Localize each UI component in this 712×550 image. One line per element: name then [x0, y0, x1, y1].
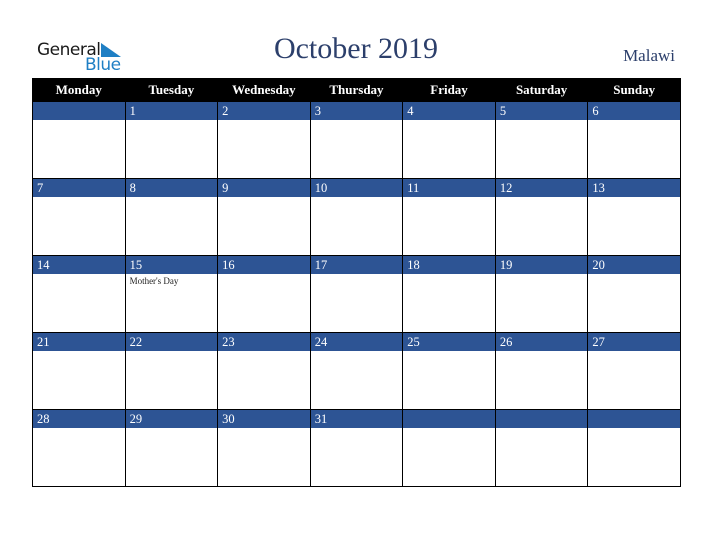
- day-cell[interactable]: 26: [494, 332, 589, 410]
- day-number: [495, 410, 588, 428]
- day-cell[interactable]: 30: [217, 409, 311, 487]
- day-number: 13: [588, 179, 680, 197]
- day-cell[interactable]: 13: [587, 178, 681, 256]
- day-number: 14: [33, 256, 125, 274]
- day-number: 19: [495, 256, 588, 274]
- day-cell[interactable]: 12: [494, 178, 589, 256]
- day-number: 12: [495, 179, 588, 197]
- day-cell[interactable]: [494, 409, 589, 487]
- day-number: 9: [218, 179, 310, 197]
- day-cell[interactable]: 9: [217, 178, 311, 256]
- calendar-title: October 2019: [273, 32, 439, 65]
- day-number: 5: [495, 102, 588, 120]
- day-cell[interactable]: 19: [494, 255, 589, 333]
- day-cell[interactable]: 20: [587, 255, 681, 333]
- country-label: Malawi: [623, 46, 675, 65]
- day-cell[interactable]: 16: [217, 255, 311, 333]
- day-number: 3: [310, 102, 403, 120]
- calendar-grid: Monday Tuesday Wednesday Thursday Friday…: [32, 78, 681, 487]
- day-cell[interactable]: 23: [217, 332, 311, 410]
- weekday-header: Thursday: [309, 78, 404, 102]
- day-cell[interactable]: 27: [587, 332, 681, 410]
- day-number: 28: [33, 410, 125, 428]
- day-number: 8: [125, 179, 218, 197]
- holiday-event: Mother's Day: [129, 276, 179, 286]
- day-number: [403, 410, 495, 428]
- day-number: 29: [125, 410, 218, 428]
- day-number: 16: [218, 256, 310, 274]
- weekday-header: Saturday: [494, 78, 589, 102]
- week-row: 14 15 Mother's Day 16 17 18 19 20: [32, 255, 681, 333]
- weekday-header: Wednesday: [217, 78, 311, 102]
- day-number: 25: [403, 333, 495, 351]
- week-row: 21 22 23 24 25 26 27: [32, 332, 681, 410]
- day-number: 31: [310, 410, 403, 428]
- day-cell[interactable]: [402, 409, 496, 487]
- day-number: 15: [125, 256, 218, 274]
- day-number: 20: [588, 256, 680, 274]
- day-number: 26: [495, 333, 588, 351]
- week-row: 7 8 9 10 11 12 13: [32, 178, 681, 256]
- day-cell[interactable]: 25: [402, 332, 496, 410]
- day-cell[interactable]: 15 Mother's Day: [124, 255, 219, 333]
- day-cell[interactable]: 7: [32, 178, 126, 256]
- day-cell[interactable]: 24: [309, 332, 404, 410]
- day-number: 1: [125, 102, 218, 120]
- day-cell[interactable]: [587, 409, 681, 487]
- day-cell[interactable]: 18: [402, 255, 496, 333]
- day-number: 30: [218, 410, 310, 428]
- day-cell[interactable]: 10: [309, 178, 404, 256]
- day-number: 21: [33, 333, 125, 351]
- day-cell[interactable]: 8: [124, 178, 219, 256]
- day-number: [588, 410, 680, 428]
- weekday-header: Sunday: [587, 78, 681, 102]
- day-number: 24: [310, 333, 403, 351]
- day-number: 7: [33, 179, 125, 197]
- day-number: 18: [403, 256, 495, 274]
- day-number: 23: [218, 333, 310, 351]
- day-cell[interactable]: 11: [402, 178, 496, 256]
- day-number: 6: [588, 102, 680, 120]
- weekday-header: Friday: [402, 78, 496, 102]
- day-number: 27: [588, 333, 680, 351]
- weekday-header: Monday: [32, 78, 126, 102]
- day-cell[interactable]: [32, 101, 126, 179]
- day-cell[interactable]: 14: [32, 255, 126, 333]
- day-number: 2: [218, 102, 310, 120]
- day-number: 4: [403, 102, 495, 120]
- weekday-header: Tuesday: [124, 78, 219, 102]
- day-number: 10: [310, 179, 403, 197]
- day-cell[interactable]: 28: [32, 409, 126, 487]
- day-cell[interactable]: 22: [124, 332, 219, 410]
- day-cell[interactable]: 4: [402, 101, 496, 179]
- day-cell[interactable]: 17: [309, 255, 404, 333]
- day-cell[interactable]: 6: [587, 101, 681, 179]
- day-number: 17: [310, 256, 403, 274]
- week-row: 123456: [32, 101, 681, 179]
- day-cell[interactable]: 29: [124, 409, 219, 487]
- day-number: 22: [125, 333, 218, 351]
- day-cell[interactable]: 2: [217, 101, 311, 179]
- day-cell[interactable]: 3: [309, 101, 404, 179]
- day-cell[interactable]: 1: [124, 101, 219, 179]
- day-number: 11: [403, 179, 495, 197]
- day-cell[interactable]: 5: [494, 101, 589, 179]
- day-cell[interactable]: 31: [309, 409, 404, 487]
- day-cell[interactable]: 21: [32, 332, 126, 410]
- day-number: [33, 102, 125, 120]
- week-row: 28 29 30 31: [32, 409, 681, 487]
- weekday-header-row: Monday Tuesday Wednesday Thursday Friday…: [32, 78, 681, 102]
